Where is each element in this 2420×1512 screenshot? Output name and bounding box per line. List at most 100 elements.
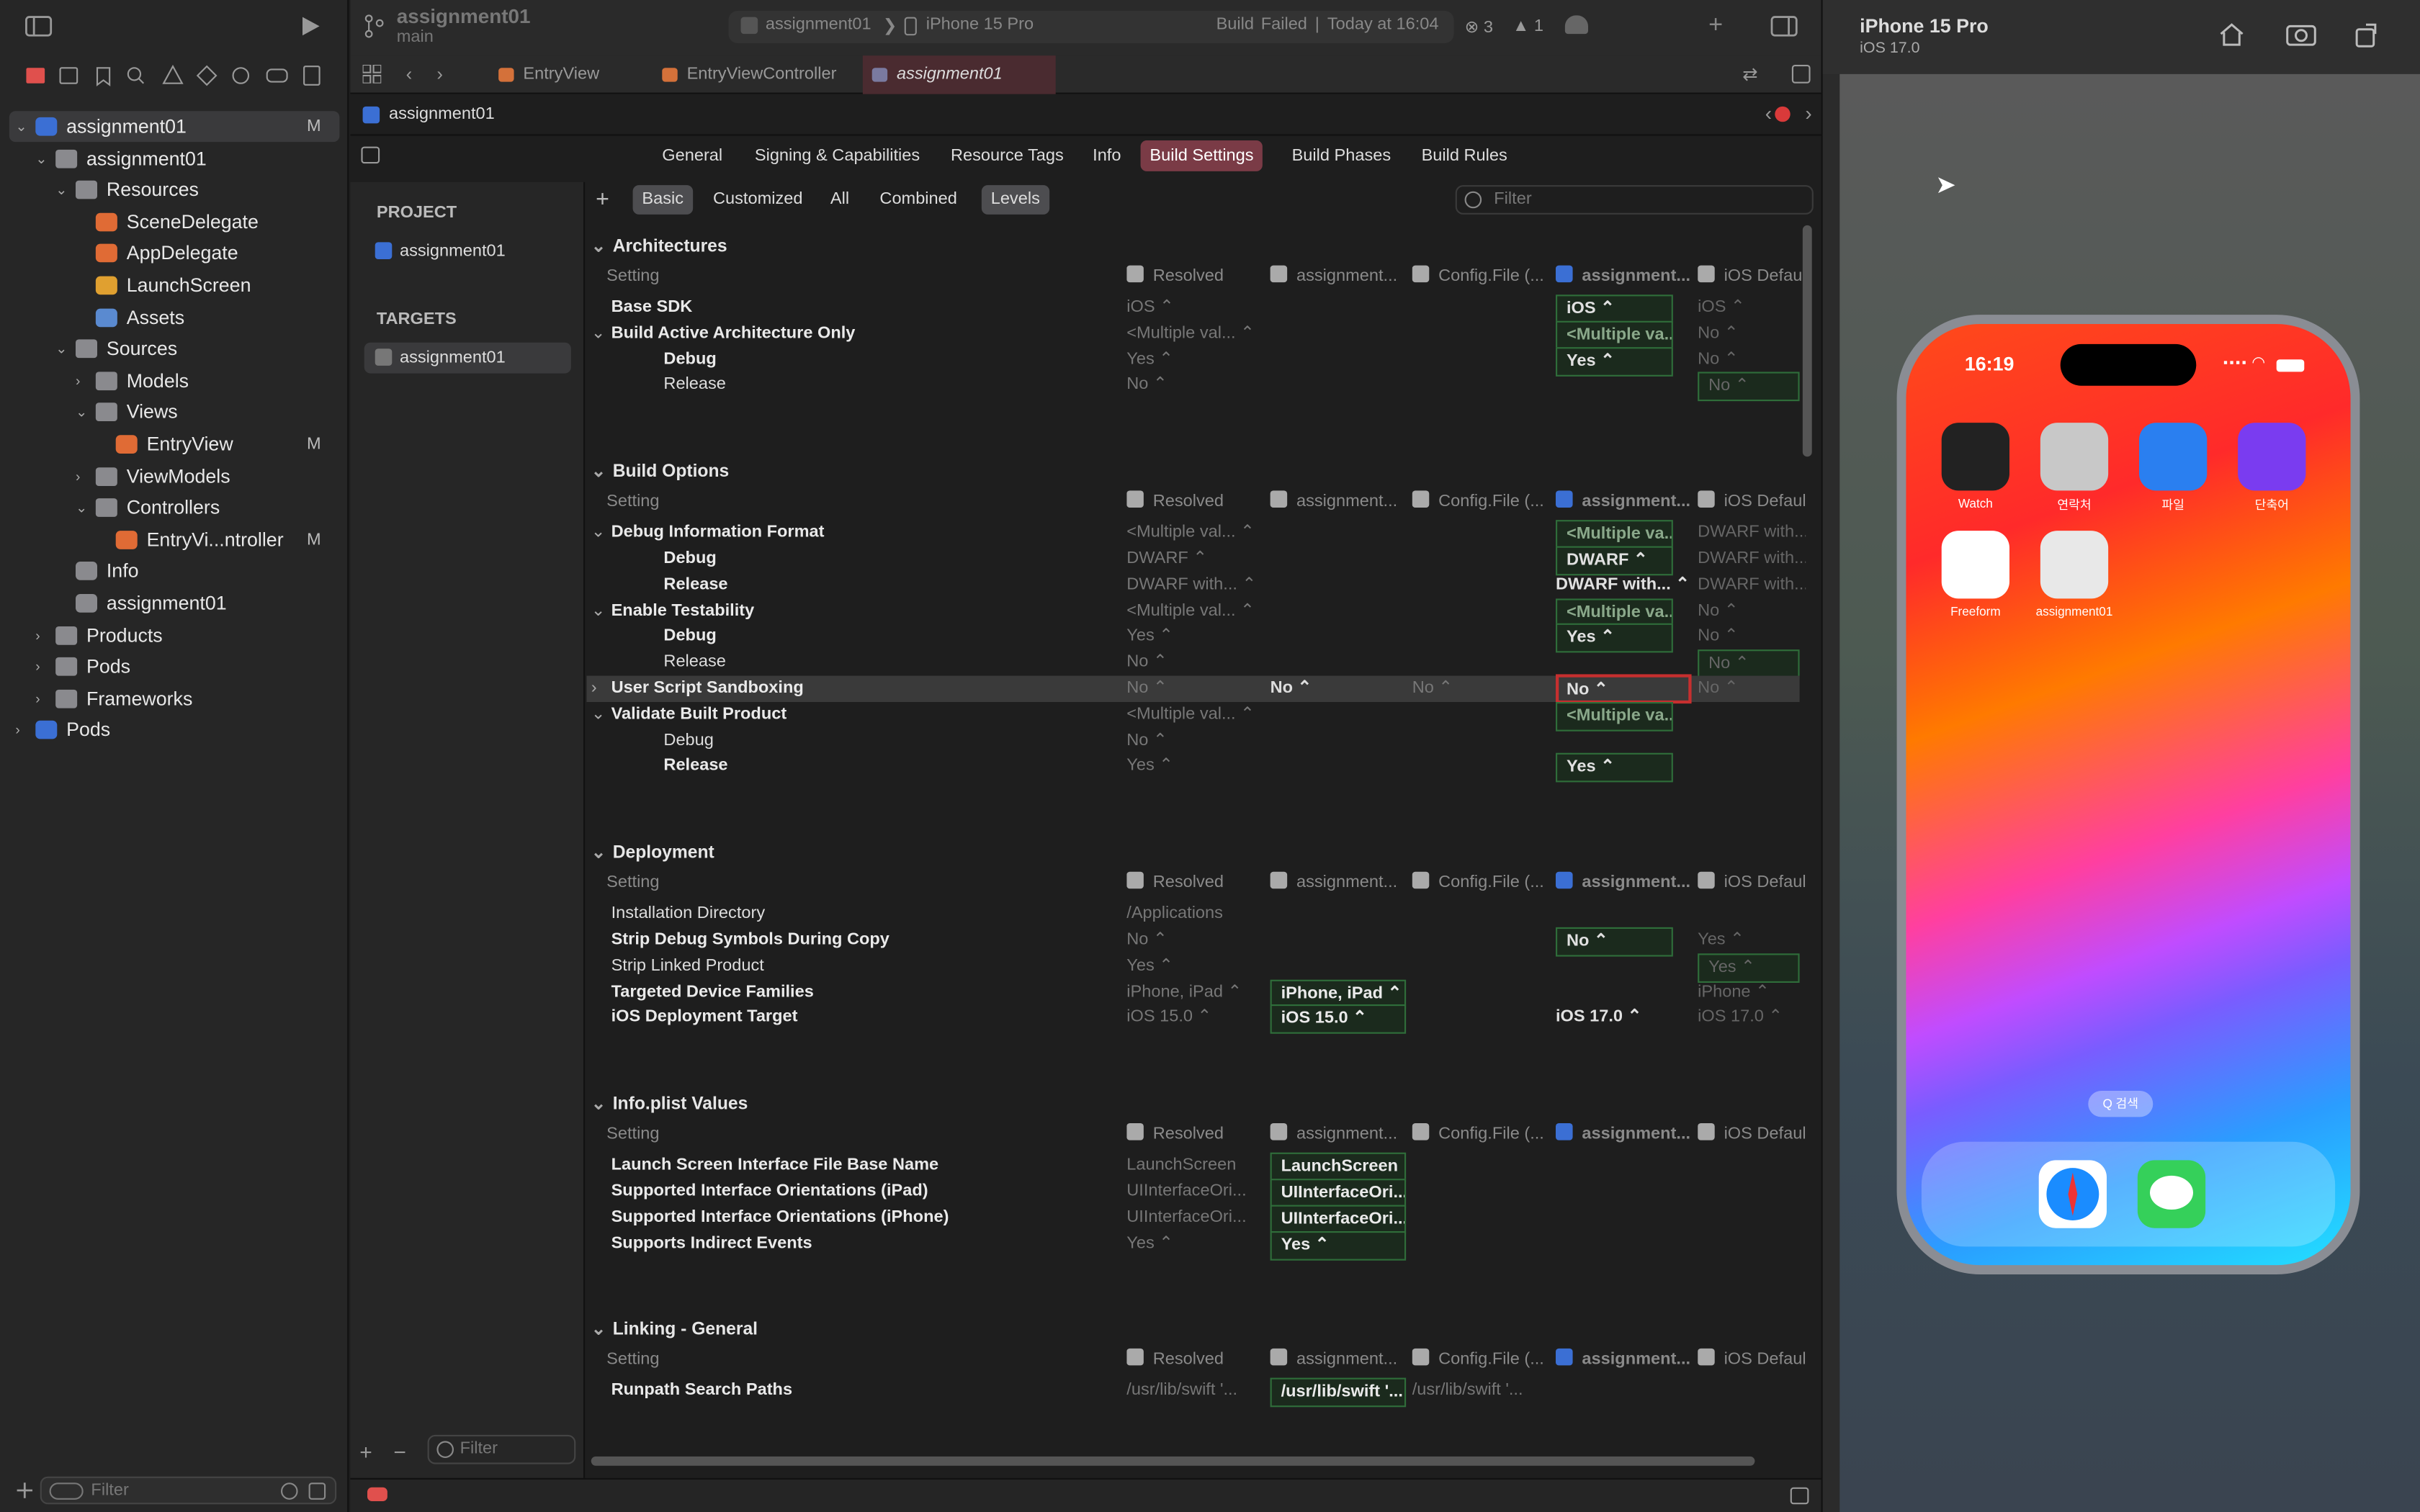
recent-files-icon[interactable] [281,1482,298,1500]
target-value[interactable]: iOS 15.0 ⌃ [1270,1004,1407,1035]
setting-row-supports-indirect-events[interactable]: Supports Indirect Events Yes ⌃ Yes ⌃ [586,1230,1799,1260]
navigator-item-entryview[interactable]: EntryView M [0,429,349,460]
setting-row-launch-screen-interface-file-base-name[interactable]: Launch Screen Interface File Base Name La… [586,1153,1799,1182]
breakpoint-icon[interactable] [367,1487,387,1501]
inspector-toggle-icon[interactable] [1770,15,1798,37]
disclosure-open-icon[interactable]: ⌄ [55,333,71,364]
warning-count[interactable]: ▲ 1 [1512,17,1543,36]
setting-row-supported-interface-orientations-iphone[interactable]: Supported Interface Orientations (iPhone… [586,1205,1799,1234]
config-value[interactable]: No ⌃ [1412,676,1551,702]
disclosure-open-icon[interactable]: ⌄ [591,320,606,346]
remove-target-icon[interactable]: − [393,1439,406,1464]
error-indicator-icon[interactable] [1775,106,1791,122]
setting-row-user-script-sandboxing[interactable]: › User Script Sandboxing No ⌃ No ⌃ No ⌃ No ⌃ N… [586,674,1800,704]
disclosure-open-icon[interactable]: ⌄ [76,492,91,523]
disclosure-open-icon[interactable]: ⌄ [76,397,91,428]
navigator-item-pods[interactable]: › Pods [0,715,349,746]
horizontal-scrollbar[interactable] [591,1456,1755,1466]
contacts-app-icon[interactable] [2040,423,2109,491]
target-value[interactable]: No ⌃ [1270,676,1410,702]
project-value[interactable]: <Multiple va... ⌃ [1556,598,1673,628]
disclosure-open-icon[interactable]: ⌄ [591,1318,606,1344]
project-value[interactable]: Yes ⌃ [1556,753,1673,783]
setting-row-release[interactable]: Release No ⌃ No ⌃ [586,649,1800,680]
target-value[interactable]: LaunchScreen [1270,1153,1407,1182]
disclosure-closed-icon[interactable]: › [35,652,50,683]
library-add-icon[interactable]: + [1708,12,1723,40]
navigator-filter-field[interactable]: Filter [40,1476,337,1505]
tab-entryviewcontroller[interactable]: EntryViewController [653,55,853,94]
setting-row-build-active-architecture-only[interactable]: ⌄ Build Active Architecture Only <Multiple… [586,320,1799,350]
tab-build-settings[interactable]: Build Settings [1140,140,1263,171]
disclosure-open-icon[interactable]: ⌄ [591,841,606,867]
navigator-item-launchscreen[interactable]: LaunchScreen [0,270,349,301]
setting-row-targeted-device-families[interactable]: Targeted Device Families iPhone, iPad ⌃ iP… [586,978,1799,1009]
setting-row-release[interactable]: Release No ⌃ No ⌃ [586,372,1800,402]
disclosure-open-icon[interactable]: ⌄ [591,521,606,546]
project-value[interactable]: DWARF with... ⌃ [1556,572,1695,598]
setting-row-base-sdk[interactable]: Base SDK iOS ⌃ iOS ⌃ iOS ⌃ [586,294,1799,324]
target-value[interactable]: UIInterfaceOri... [1270,1179,1407,1208]
freeform-app-icon[interactable] [1941,531,2009,599]
disclosure-open-icon[interactable]: ⌄ [591,702,606,728]
navigator-item-controllers[interactable]: ⌄ Controllers [0,492,349,523]
setting-row-strip-linked-product[interactable]: Strip Linked Product Yes ⌃ Yes ⌃ [586,953,1800,983]
disclosure-open-icon[interactable]: ⌄ [591,598,606,624]
project-list-item[interactable]: assignment01 [364,236,571,267]
setting-row-debug[interactable]: Debug DWARF ⌃ DWARF ⌃ DWARF with... [586,546,1806,576]
disclosure-closed-icon[interactable]: › [15,715,30,746]
debug-area-toggle-icon[interactable] [1790,1487,1809,1505]
setting-row-enable-testability[interactable]: ⌄ Enable Testability <Multiple val... ⌃ <Mu… [586,598,1799,628]
files-app-icon[interactable] [2139,423,2208,491]
section-linking-general[interactable]: ⌄ Linking - General [586,1318,1799,1344]
cloud-icon[interactable] [1564,15,1588,35]
target-list-item[interactable]: assignment01 [364,342,571,374]
disclosure-closed-icon[interactable]: › [35,620,50,651]
error-count[interactable]: ⊗ 3 [1465,17,1493,37]
project-value[interactable]: No ⌃ [1556,927,1673,957]
related-items-icon[interactable]: ⇄ [1742,63,1758,85]
activity-view[interactable]: assignment01 ❯ iPhone 15 Pro Build Faile… [728,11,1454,43]
disclosure-open-icon[interactable]: ⌄ [35,143,50,174]
target-value[interactable]: iPhone, iPad ⌃ [1270,978,1407,1009]
disclosure-open-icon[interactable]: ⌄ [55,175,71,206]
navigator-item-assignment01[interactable]: ⌄ assignment01 M [9,111,340,143]
section-build-options[interactable]: ⌄ Build Options [586,460,1799,486]
shortcuts-app-icon[interactable] [2238,423,2306,491]
setting-row-debug-information-format[interactable]: ⌄ Debug Information Format <Multiple val..… [586,520,1806,550]
run-button[interactable] [298,14,323,38]
disclosure-open-icon[interactable]: ⌄ [591,1093,606,1119]
scheme-selector[interactable]: assignment01 [766,15,871,34]
jumpbar-file[interactable]: assignment01 [389,105,495,124]
rotate-icon[interactable] [2354,22,2382,50]
back-icon[interactable]: ‹ [406,63,413,85]
navigator-item-models[interactable]: › Models [0,365,349,396]
setting-row-debug[interactable]: Debug Yes ⌃ Yes ⌃ No ⌃ [586,346,1799,376]
setting-row-debug[interactable]: Debug Yes ⌃ Yes ⌃ No ⌃ [586,624,1799,654]
device-selector[interactable]: iPhone 15 Pro [926,15,1034,34]
grid-icon[interactable] [362,65,382,84]
project-value[interactable]: <Multiple va... ⌃ [1556,320,1673,350]
project-value[interactable]: No ⌃ [1556,674,1692,704]
project-value[interactable]: DWARF ⌃ [1556,546,1673,576]
safari-app-icon[interactable] [2038,1160,2107,1228]
setting-row-validate-built-product[interactable]: ⌄ Validate Built Product <Multiple val... … [586,701,1799,732]
tab-build-phases[interactable]: Build Phases [1283,140,1400,171]
disclosure-open-icon[interactable]: ⌄ [591,460,606,486]
setting-row-strip-debug-symbols-during-copy[interactable]: Strip Debug Symbols During Copy No ⌃ No ⌃ Y… [586,927,1799,957]
setting-row-release[interactable]: Release Yes ⌃ Yes ⌃ [586,753,1799,783]
setting-row-release[interactable]: Release DWARF with... ⌃ DWARF with... ⌃ DWA… [586,572,1806,598]
screenshot-icon[interactable] [2286,22,2317,46]
add-target-icon[interactable]: + [359,1439,372,1464]
previous-issue-icon[interactable]: ‹ [1765,102,1772,125]
disclosure-closed-icon[interactable]: › [591,676,597,702]
tab-signing-capabilities[interactable]: Signing & Capabilities [745,140,929,171]
navigator-item-scenedelegate[interactable]: SceneDelegate [0,207,349,238]
next-issue-icon[interactable]: › [1805,102,1811,125]
targets-filter-field[interactable]: Filter [427,1434,576,1464]
tab-build-rules[interactable]: Build Rules [1412,140,1517,171]
forward-icon[interactable]: › [436,63,443,85]
navigator-item-products[interactable]: › Products [0,620,349,651]
project-value[interactable]: <Multiple va... ⌃ [1556,701,1673,732]
navigator-item-viewmodels[interactable]: › ViewModels [0,461,349,492]
